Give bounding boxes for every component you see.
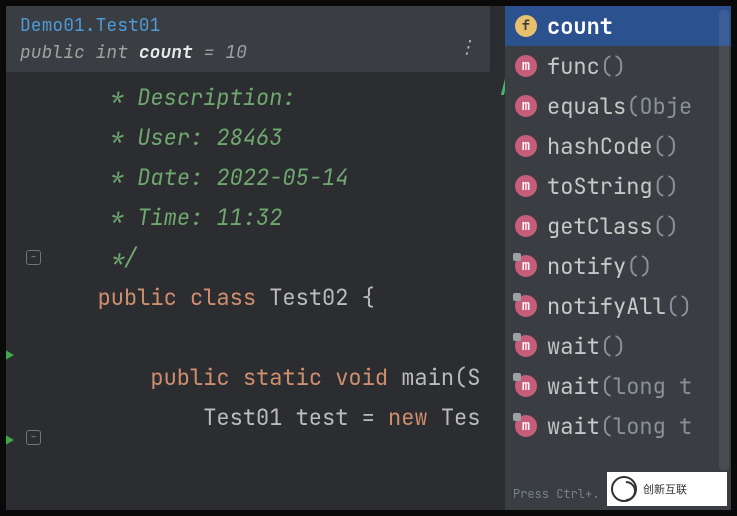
completion-label: notifyAll() xyxy=(547,292,692,321)
method-icon: m xyxy=(515,415,537,437)
class-path: Demo01.Test01 xyxy=(20,14,476,37)
completion-hint: Press Ctrl+. to xyxy=(513,486,621,502)
completion-item[interactable]: m equals(Obje xyxy=(505,86,731,126)
method-icon: m xyxy=(515,175,537,197)
watermark-text: 创新互联 xyxy=(643,481,687,497)
watermark-icon xyxy=(611,476,637,502)
method-icon: m xyxy=(515,95,537,117)
method-icon: m xyxy=(515,55,537,77)
fold-handle[interactable]: − xyxy=(26,430,41,445)
method-icon: m xyxy=(515,255,537,277)
completion-item[interactable]: m wait() xyxy=(505,326,731,366)
completion-label: equals(Obje xyxy=(547,92,692,121)
completion-label: toString() xyxy=(547,172,679,201)
run-gutter-icon[interactable] xyxy=(6,433,14,447)
completion-item[interactable]: m toString() xyxy=(505,166,731,206)
quick-doc-tooltip: Demo01.Test01 public int count = 10 ⋮ xyxy=(6,6,490,72)
method-icon: m xyxy=(515,335,537,357)
method-icon: m xyxy=(515,375,537,397)
fold-handle[interactable]: − xyxy=(26,250,41,265)
field-signature: public int count = 10 xyxy=(20,41,476,64)
method-icon: m xyxy=(515,135,537,157)
completion-label: getClass() xyxy=(547,212,679,241)
method-icon: m xyxy=(515,295,537,317)
completion-label: notify() xyxy=(547,252,653,281)
completion-item[interactable]: m wait(long t xyxy=(505,406,731,446)
watermark-logo: 创新互联 xyxy=(607,472,727,506)
completion-label: hashCode() xyxy=(547,132,679,161)
run-gutter-icon[interactable] xyxy=(6,348,14,362)
gutter: − − xyxy=(6,78,50,510)
completion-item[interactable]: m wait(long t xyxy=(505,366,731,406)
code-completion-popup[interactable]: fcountmfunc()mequals(ObjemhashCode()mtoS… xyxy=(505,6,731,510)
completion-item[interactable]: m hashCode() xyxy=(505,126,731,166)
completion-item[interactable]: m getClass() xyxy=(505,206,731,246)
completion-label: wait() xyxy=(547,332,626,361)
method-icon: m xyxy=(515,215,537,237)
completion-label: wait(long t xyxy=(547,412,692,441)
completion-label: wait(long t xyxy=(547,372,692,401)
more-actions-icon[interactable]: ⋮ xyxy=(458,36,476,59)
scrollbar[interactable] xyxy=(719,10,729,470)
completion-item[interactable]: fcount xyxy=(505,6,731,46)
completion-item[interactable]: m func() xyxy=(505,46,731,86)
completion-label: count xyxy=(547,12,613,41)
completion-label: func() xyxy=(547,52,626,81)
field-icon: f xyxy=(515,15,537,37)
completion-item[interactable]: m notifyAll() xyxy=(505,286,731,326)
completion-item[interactable]: m notify() xyxy=(505,246,731,286)
